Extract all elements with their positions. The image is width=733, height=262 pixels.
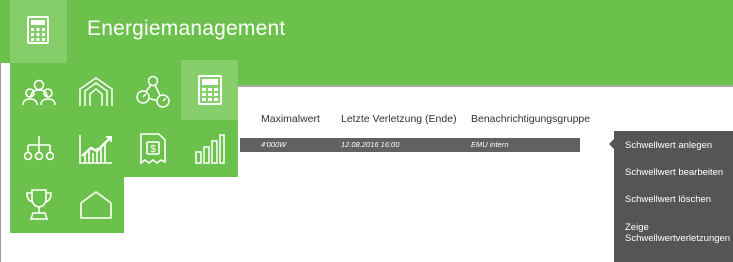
line-chart-icon xyxy=(78,134,112,164)
building-arch-icon xyxy=(78,76,113,106)
edit-threshold-button[interactable]: Schwellwert bearbeiten xyxy=(625,167,723,178)
create-threshold-button[interactable]: Schwellwert anlegen xyxy=(625,140,712,151)
meter-nodes-icon xyxy=(135,75,170,108)
menu-tile-calculator[interactable] xyxy=(181,60,238,120)
trophy-icon xyxy=(25,189,52,220)
cell-last-violation: 12.08.2016 16:00 xyxy=(341,140,400,149)
menu-tile-linechart[interactable] xyxy=(67,120,124,177)
action-panel: Schwellwert anlegen Schwellwert bearbeit… xyxy=(614,131,733,262)
column-header-max[interactable]: Maximalwert xyxy=(261,113,320,125)
menu-tile-costs[interactable]: $ xyxy=(124,120,181,177)
menu-tile-barchart[interactable] xyxy=(181,120,238,177)
menu-tile-trophy[interactable] xyxy=(10,177,67,233)
app-icon-tile[interactable] xyxy=(10,0,67,63)
show-violations-label-line1: Zeige xyxy=(625,222,649,233)
org-chart-icon xyxy=(23,135,54,160)
menu-tile-people[interactable] xyxy=(10,63,67,120)
house-icon xyxy=(79,191,112,219)
delete-threshold-button[interactable]: Schwellwert löschen xyxy=(625,194,711,205)
dollar-document-icon: $ xyxy=(139,132,166,165)
column-header-last-violation[interactable]: Letzte Verletzung (Ende) xyxy=(341,113,457,125)
calculator-icon xyxy=(27,16,49,44)
cell-notification-group: EMU intern xyxy=(471,140,509,149)
menu-tile-org[interactable] xyxy=(10,120,67,177)
show-violations-button[interactable]: Zeige Schwellwertverletzungen xyxy=(625,222,730,244)
calculator-icon xyxy=(197,75,222,105)
svg-text:$: $ xyxy=(150,144,156,155)
page-title: Energiemanagement xyxy=(87,17,286,40)
menu-tile-home[interactable] xyxy=(67,177,124,233)
cell-max: 4'000W xyxy=(261,140,287,149)
header-bar: Energiemanagement xyxy=(0,0,733,63)
menu-tile-buildings[interactable] xyxy=(67,63,124,120)
people-group-icon xyxy=(21,79,56,105)
menu-tile-meters[interactable] xyxy=(124,63,181,120)
bar-chart-icon xyxy=(194,133,225,164)
show-violations-label-line2: Schwellwertverletzungen xyxy=(625,233,731,244)
column-header-notification-group[interactable]: Benachrichtigungsgruppe xyxy=(471,113,590,125)
table-row[interactable] xyxy=(240,138,580,152)
